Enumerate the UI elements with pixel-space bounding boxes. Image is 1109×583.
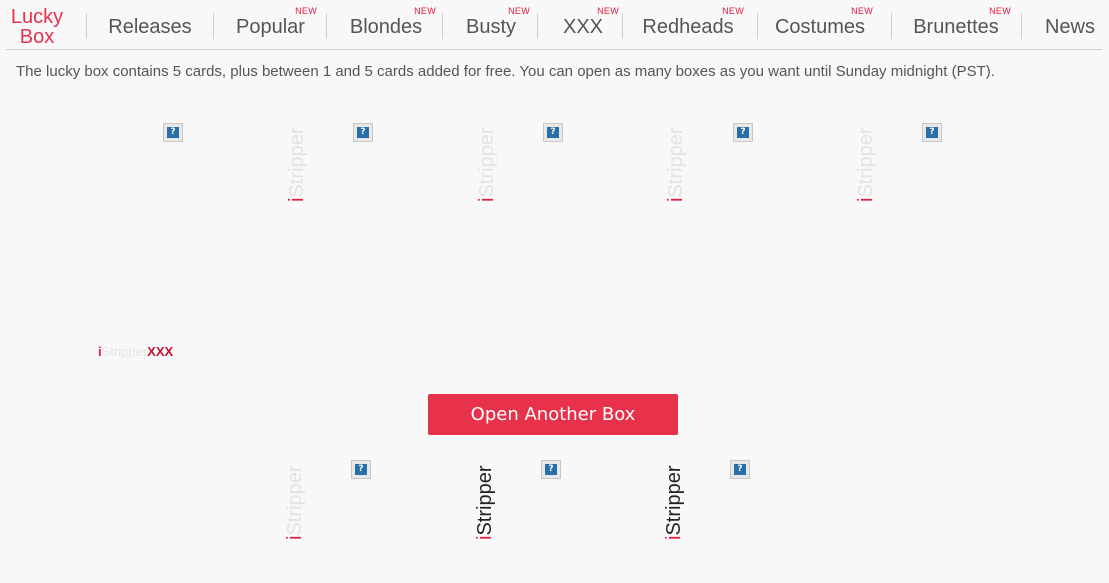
card-logo[interactable]: iStripper	[284, 450, 306, 540]
nav-item-label: Costumes	[774, 16, 866, 38]
nav-item-brunettes[interactable]: NEW Brunettes	[899, 0, 1013, 50]
help-icon[interactable]: ?	[351, 460, 371, 479]
nav-separator	[757, 13, 758, 39]
new-badge: NEW	[597, 6, 619, 16]
nav-item-popular[interactable]: NEW Popular	[222, 0, 319, 50]
nav-separator	[537, 13, 538, 39]
card-logo[interactable]: iStripper	[474, 450, 496, 540]
nav-item-busty[interactable]: NEW Busty	[450, 0, 532, 50]
help-icon[interactable]: ?	[163, 123, 183, 142]
nav-lucky-line2: Box	[19, 26, 55, 48]
new-badge: NEW	[414, 6, 436, 16]
help-icon[interactable]: ?	[541, 460, 561, 479]
help-icon[interactable]: ?	[922, 123, 942, 142]
help-icon[interactable]: ?	[730, 460, 750, 479]
nav-item-redheads[interactable]: NEW Redheads	[630, 0, 746, 50]
new-badge: NEW	[989, 6, 1011, 16]
nav-item-blondes[interactable]: NEW Blondes	[334, 0, 438, 50]
card-logo[interactable]: iStripper	[665, 112, 687, 202]
nav-item-label: XXX	[562, 16, 604, 38]
nav-item-label: Popular	[236, 16, 305, 38]
nav-item-label: Blondes	[349, 16, 423, 38]
nav-item-costumes[interactable]: NEW Costumes	[765, 0, 875, 50]
new-badge: NEW	[295, 6, 317, 16]
nav-separator	[1021, 13, 1022, 39]
nav-item-label: Redheads	[642, 16, 734, 38]
nav-item-news[interactable]: News	[1030, 0, 1109, 50]
card-logo[interactable]: iStripper	[476, 112, 498, 202]
nav-item-label: Brunettes	[913, 16, 999, 38]
card-logo[interactable]: iStripper	[286, 112, 308, 202]
nav-separator	[86, 13, 87, 39]
nav-separator	[891, 13, 892, 39]
card-logo-xxx[interactable]: iStripperXXX	[98, 344, 173, 359]
nav-item-label: Busty	[465, 16, 517, 38]
lucky-box-description: The lucky box contains 5 cards, plus bet…	[16, 63, 995, 80]
nav-item-releases[interactable]: Releases	[94, 0, 206, 50]
help-icon[interactable]: ?	[543, 123, 563, 142]
nav-item-label: Releases	[108, 16, 192, 38]
nav-separator	[622, 13, 623, 39]
nav-separator	[326, 13, 327, 39]
help-icon[interactable]: ?	[733, 123, 753, 142]
card-logo[interactable]: iStripper	[855, 112, 877, 202]
nav-item-xxx[interactable]: NEW XXX	[545, 0, 621, 50]
open-another-box-button[interactable]: Open Another Box	[428, 394, 678, 435]
nav-separator	[213, 13, 214, 39]
card-logo[interactable]: iStripper	[663, 450, 685, 540]
nav-item-label: News	[1044, 16, 1095, 38]
new-badge: NEW	[722, 6, 744, 16]
new-badge: NEW	[851, 6, 873, 16]
nav-separator	[442, 13, 443, 39]
nav-lucky-line1: Lucky	[10, 6, 64, 28]
top-navigation: Lucky Box Releases NEW Popular NEW Blond…	[6, 0, 1102, 50]
nav-item-lucky-box[interactable]: Lucky Box	[6, 0, 68, 50]
new-badge: NEW	[508, 6, 530, 16]
help-icon[interactable]: ?	[353, 123, 373, 142]
